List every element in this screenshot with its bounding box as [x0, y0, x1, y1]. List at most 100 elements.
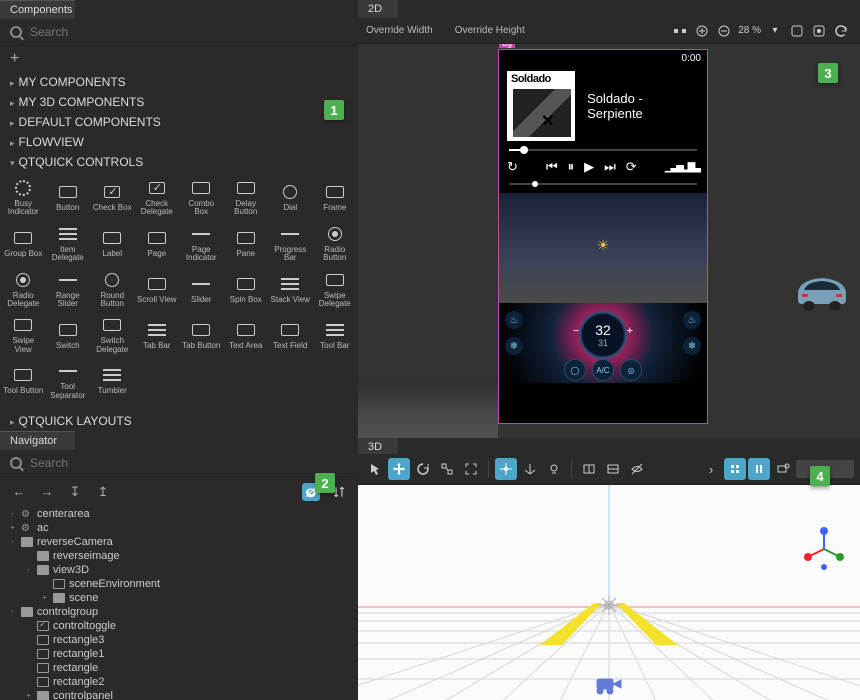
- hvac-left-cool-icon[interactable]: ❄: [505, 337, 523, 355]
- defrost-rear-icon[interactable]: ◎: [620, 359, 642, 381]
- components-search-input[interactable]: [30, 25, 348, 39]
- tree-item-centerarea[interactable]: -⚙centerarea: [4, 507, 354, 521]
- component-item[interactable]: Text Field: [269, 313, 312, 357]
- category-4[interactable]: QTQUICK CONTROLS: [0, 152, 358, 172]
- shuffle-icon[interactable]: ⟳: [626, 159, 637, 175]
- temp-up-button[interactable]: +: [623, 323, 637, 339]
- component-item[interactable]: Tab Button: [180, 313, 223, 357]
- component-item[interactable]: Button: [47, 176, 90, 220]
- component-item[interactable]: Radio Button: [314, 222, 357, 266]
- fit-selection-icon[interactable]: [809, 21, 829, 41]
- tree-item-rectangle2[interactable]: rectangle2: [4, 675, 354, 689]
- category-layouts[interactable]: QTQUICK LAYOUTS: [0, 411, 358, 431]
- refresh-icon[interactable]: [831, 21, 851, 41]
- prev-track-icon[interactable]: ⏮: [546, 159, 558, 175]
- axis-gizmo[interactable]: [802, 527, 846, 571]
- hvac-right-cool-icon[interactable]: ❄: [683, 337, 701, 355]
- visibility-tool-icon[interactable]: [626, 458, 648, 480]
- tree-item-reverseimage[interactable]: reverseimage: [4, 549, 354, 563]
- component-item[interactable]: Pane: [225, 222, 268, 266]
- component-item[interactable]: Group Box: [2, 222, 45, 266]
- nav-forward-icon[interactable]: →: [38, 483, 56, 501]
- component-item[interactable]: Scroll View: [136, 268, 179, 312]
- component-item[interactable]: Round Button: [91, 268, 134, 312]
- tree-item-rectangle[interactable]: rectangle: [4, 661, 354, 675]
- add-component-button[interactable]: +: [0, 46, 358, 72]
- zoom-in-icon[interactable]: [692, 21, 712, 41]
- category-3[interactable]: FLOWVIEW: [0, 132, 358, 152]
- tree-item-rectangle3[interactable]: rectangle3: [4, 633, 354, 647]
- 2d-canvas[interactable]: bg 0:00 Soldado ✕ Soldado - Serpiente ↻ …: [358, 44, 860, 438]
- 3d-viewport[interactable]: [358, 485, 860, 700]
- component-item[interactable]: Range Slider: [47, 268, 90, 312]
- component-item[interactable]: Swipe View: [2, 313, 45, 357]
- component-item[interactable]: Switch: [47, 313, 90, 357]
- navigator-search[interactable]: [0, 450, 358, 477]
- scale-tool-icon[interactable]: [436, 458, 458, 480]
- pause-icon[interactable]: ⏸: [568, 159, 575, 175]
- anchors-icon[interactable]: [670, 21, 690, 41]
- category-1[interactable]: MY 3D COMPONENTS: [0, 92, 358, 112]
- tree-item-sceneEnvironment[interactable]: sceneEnvironment: [4, 577, 354, 591]
- component-item[interactable]: Check Box: [91, 176, 134, 220]
- equalizer-icon[interactable]: ▁▃▅▂▇▃: [665, 162, 699, 173]
- repeat-icon[interactable]: ↻: [507, 159, 518, 175]
- hvac-right-seat-icon[interactable]: ♨: [683, 311, 701, 329]
- component-item[interactable]: Tool Button: [2, 359, 45, 403]
- zoom-value[interactable]: 28 %: [736, 21, 763, 41]
- component-item[interactable]: Check Delegate: [136, 176, 179, 220]
- component-item[interactable]: Spin Box: [225, 268, 268, 312]
- select-tool-icon[interactable]: [364, 458, 386, 480]
- tree-item-reverseCamera[interactable]: -reverseCamera: [4, 535, 354, 549]
- component-item[interactable]: Stack View: [269, 268, 312, 312]
- volume-slider[interactable]: [509, 183, 697, 185]
- component-item[interactable]: Dial: [269, 176, 312, 220]
- device-preview[interactable]: bg 0:00 Soldado ✕ Soldado - Serpiente ↻ …: [498, 49, 708, 424]
- zoom-dropdown-icon[interactable]: ▾: [765, 21, 785, 41]
- tree-item-rectangle1[interactable]: rectangle1: [4, 647, 354, 661]
- category-2[interactable]: DEFAULT COMPONENTS: [0, 112, 358, 132]
- tree-item-scene[interactable]: +scene: [4, 591, 354, 605]
- component-item[interactable]: Page Indicator: [180, 222, 223, 266]
- component-item[interactable]: Tab Bar: [136, 313, 179, 357]
- 2d-view-tab[interactable]: 2D: [358, 0, 398, 18]
- view-stack-icon[interactable]: [602, 458, 624, 480]
- axis-tool-icon[interactable]: [519, 458, 541, 480]
- component-item[interactable]: Frame: [314, 176, 357, 220]
- component-item[interactable]: Busy Indicator: [2, 176, 45, 220]
- zoom-out-icon[interactable]: [714, 21, 734, 41]
- light-tool-icon[interactable]: [543, 458, 565, 480]
- camera-sync-icon[interactable]: [772, 458, 794, 480]
- fit-view-icon[interactable]: [787, 21, 807, 41]
- temperature-gauge[interactable]: 32 31: [577, 309, 629, 361]
- component-item[interactable]: Slider: [180, 268, 223, 312]
- move-tool-icon[interactable]: [388, 458, 410, 480]
- override-width[interactable]: Override Width: [366, 25, 433, 36]
- tree-item-controlpanel[interactable]: +controlpanel: [4, 689, 354, 700]
- play-icon[interactable]: ▶: [584, 159, 594, 175]
- view-split-icon[interactable]: [578, 458, 600, 480]
- components-tab[interactable]: Components: [0, 0, 75, 19]
- component-item[interactable]: Progress Bar: [269, 222, 312, 266]
- tree-item-view3D[interactable]: -view3D: [4, 563, 354, 577]
- tree-item-ac[interactable]: +⚙ac: [4, 521, 354, 535]
- tree-item-controlgroup[interactable]: -controlgroup: [4, 605, 354, 619]
- component-item[interactable]: Text Area: [225, 313, 268, 357]
- pause-anim-icon[interactable]: [748, 458, 770, 480]
- next-track-icon[interactable]: ⏭: [604, 159, 616, 175]
- navigator-tab[interactable]: Navigator: [0, 431, 75, 450]
- chevron-right-icon[interactable]: ›: [700, 458, 722, 480]
- seek-slider[interactable]: [509, 149, 697, 151]
- nav-moveout-icon[interactable]: ↥: [94, 483, 112, 501]
- navigator-search-input[interactable]: [30, 456, 348, 470]
- component-item[interactable]: Item Delegate: [47, 222, 90, 266]
- component-item[interactable]: Delay Button: [225, 176, 268, 220]
- component-item[interactable]: Tool Separator: [47, 359, 90, 403]
- component-item[interactable]: Radio Delegate: [2, 268, 45, 312]
- tree-item-controltoggle[interactable]: controltoggle: [4, 619, 354, 633]
- ac-button[interactable]: A/C: [592, 359, 614, 381]
- snap-tool-icon[interactable]: [724, 458, 746, 480]
- local-space-icon[interactable]: [495, 458, 517, 480]
- component-item[interactable]: Swipe Delegate: [314, 268, 357, 312]
- category-0[interactable]: MY COMPONENTS: [0, 72, 358, 92]
